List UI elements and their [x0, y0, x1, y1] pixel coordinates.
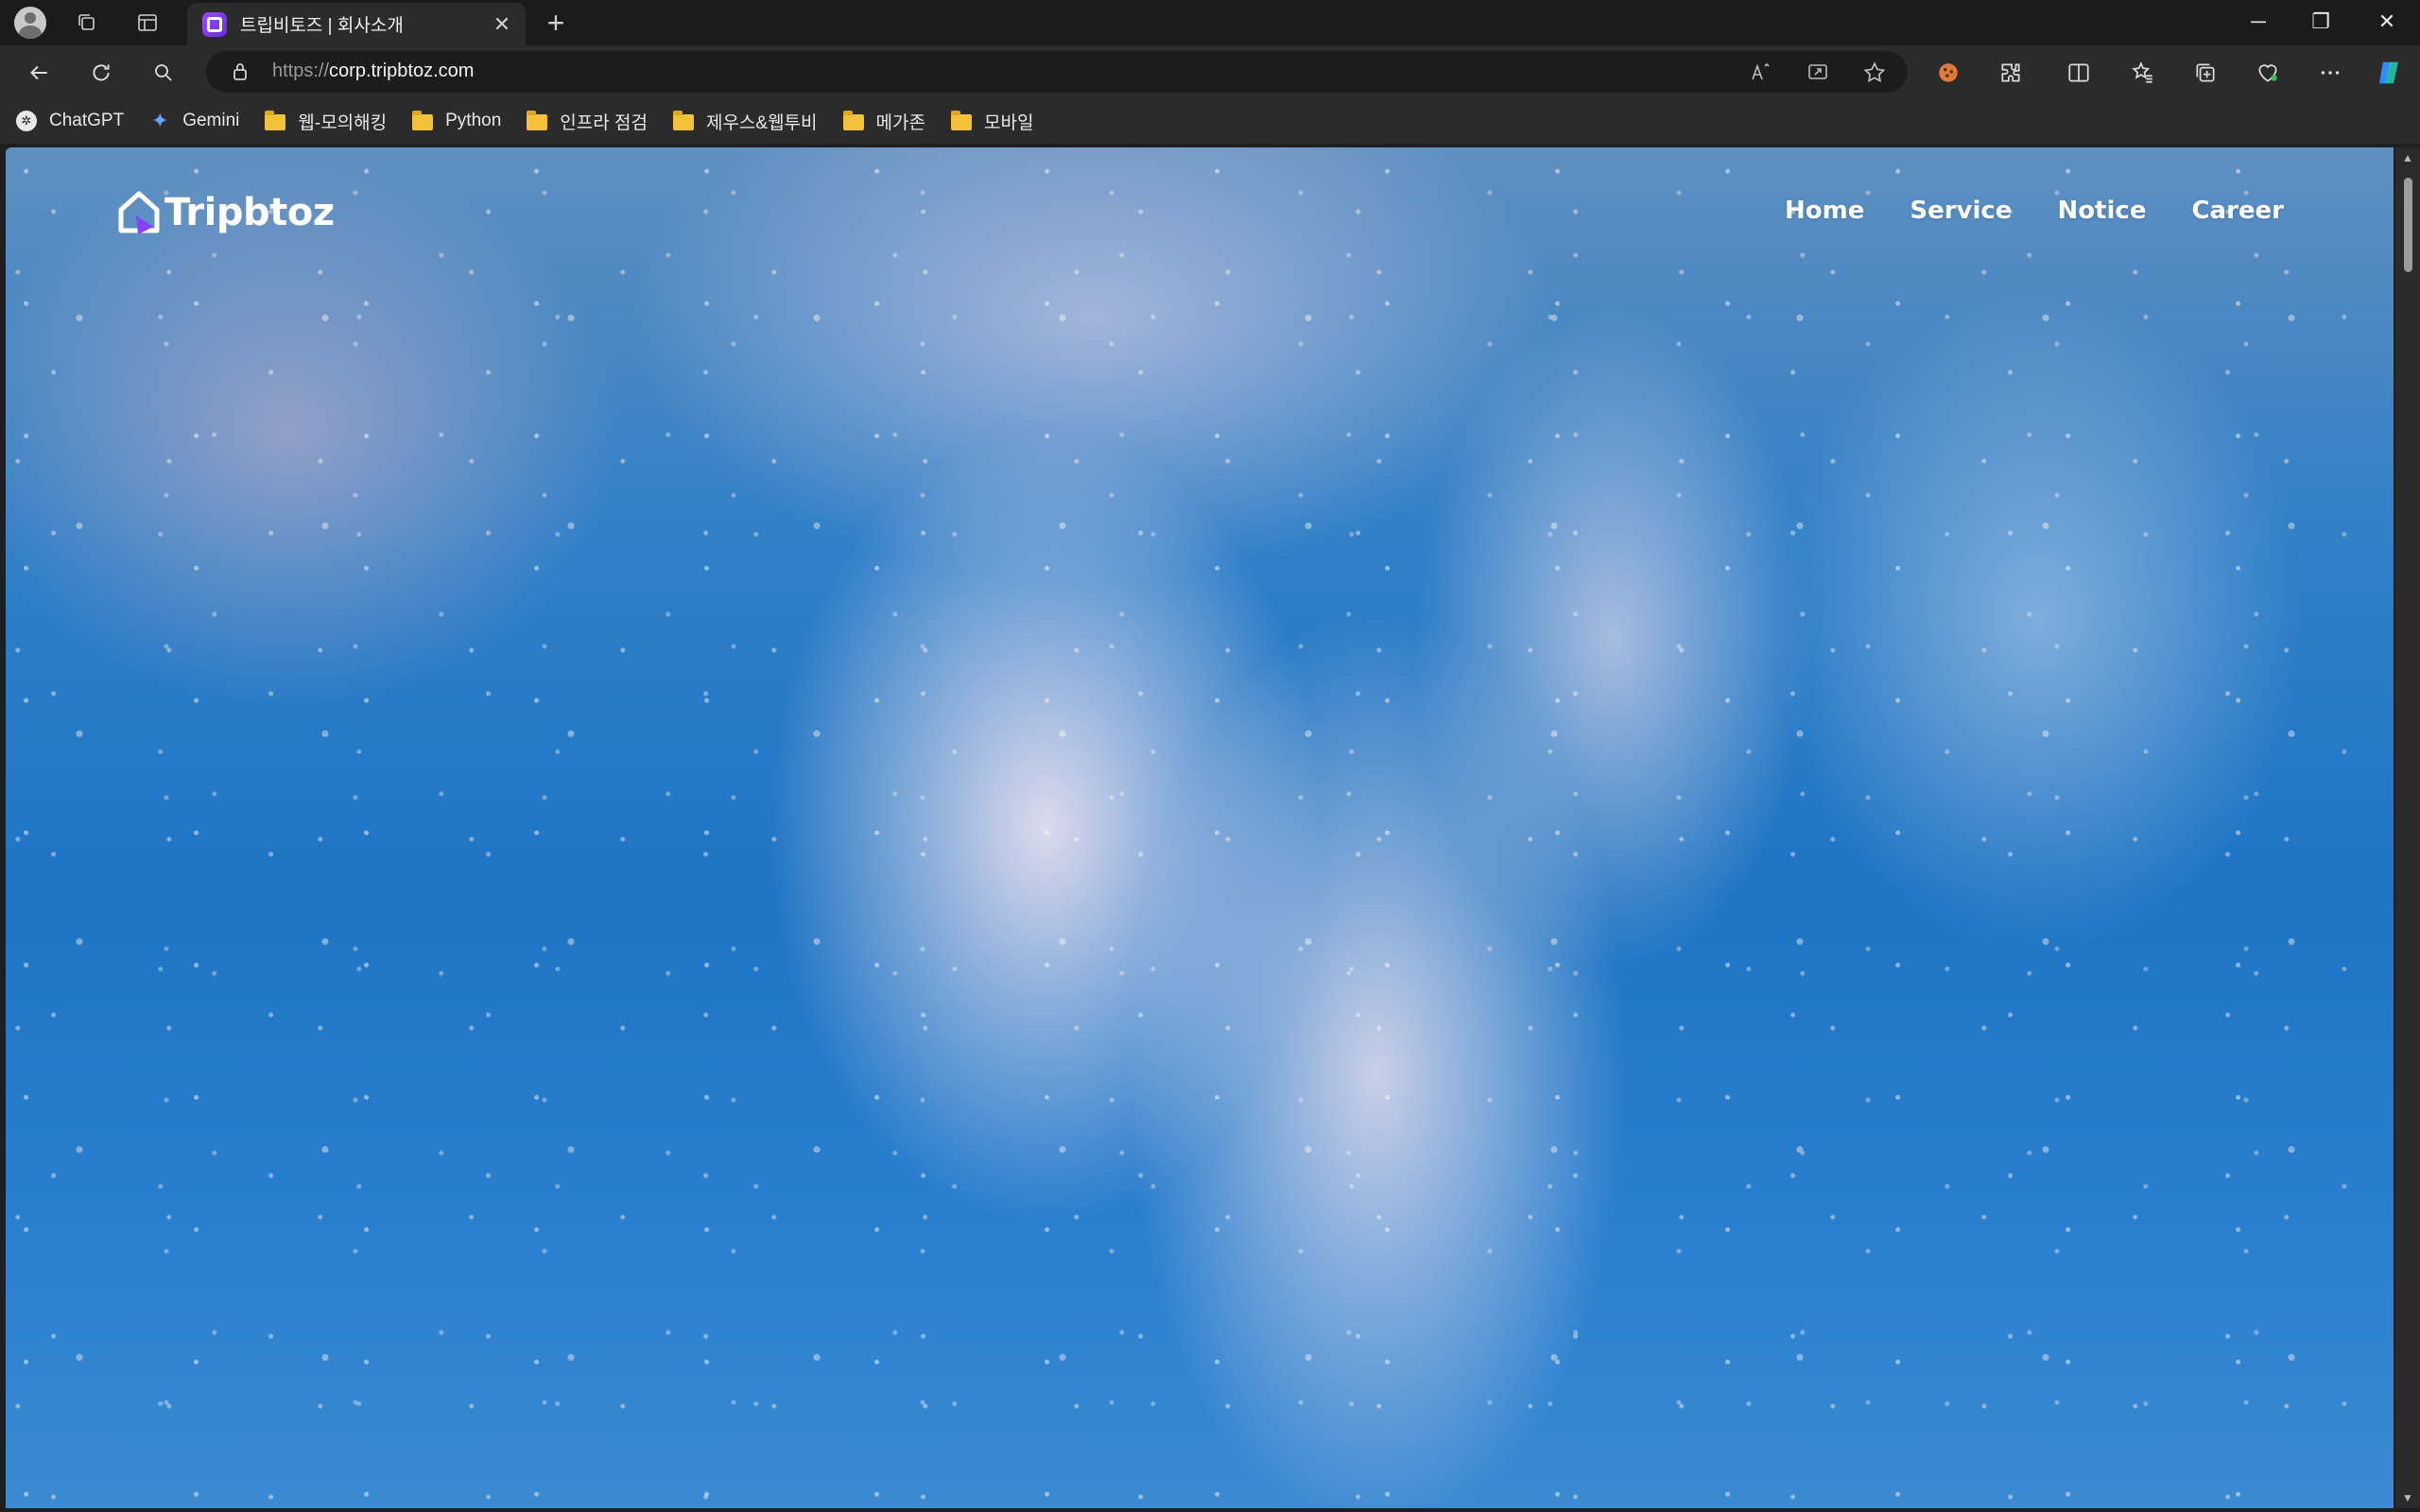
nav-career[interactable]: Career	[2191, 197, 2284, 225]
restore-button[interactable]: ❐	[2288, 0, 2354, 43]
browser-toolbar: https://corp.tripbtoz.com	[0, 45, 2420, 98]
avatar	[14, 7, 46, 39]
nav-service[interactable]: Service	[1910, 197, 2012, 225]
bookmark-label: ChatGPT	[49, 111, 125, 130]
chatgpt-icon: ✲	[16, 111, 37, 131]
bookmark-label: Gemini	[182, 111, 240, 130]
vertical-tabs-icon	[138, 14, 157, 31]
bookmark-label: 인프라 점검	[560, 112, 648, 133]
site-header: Tripbtoz Home Service Notice Career	[6, 147, 2394, 280]
folder-icon	[672, 111, 694, 130]
bookmark-label: 메가존	[875, 112, 925, 133]
tripbtoz-logo-icon	[118, 191, 160, 234]
search-icon	[155, 64, 172, 81]
main-nav: Home Service Notice Career	[1739, 197, 2284, 225]
back-arrow-icon	[30, 65, 47, 80]
browser-essentials-button[interactable]	[2248, 53, 2288, 93]
bookmark-chatgpt[interactable]: ✲ ChatGPT	[15, 110, 124, 132]
tab-title: 트립비토즈 | 회사소개	[240, 16, 404, 36]
logo-text: Tripbtoz	[164, 191, 335, 234]
extensions-button[interactable]	[1991, 53, 2031, 93]
bookmark-folder-web-pentest[interactable]: 웹-모의해킹	[264, 109, 387, 134]
profile-button[interactable]	[11, 4, 49, 42]
url-host: corp.tripbtoz.com	[329, 60, 475, 81]
back-button[interactable]	[19, 53, 59, 93]
search-button[interactable]	[144, 53, 183, 93]
folder-icon	[950, 111, 972, 130]
scrollbar-thumb[interactable]	[2404, 178, 2412, 272]
new-tab-button[interactable]: +	[537, 4, 575, 42]
tab-close-icon[interactable]: ✕	[488, 10, 516, 39]
bookmark-folder-python[interactable]: Python	[411, 110, 501, 132]
lock-icon[interactable]	[229, 60, 251, 83]
workspaces-button[interactable]	[68, 4, 106, 42]
heart-pulse-icon	[2258, 64, 2277, 82]
app-available-icon[interactable]	[1804, 59, 1832, 87]
more-dots-icon	[2321, 71, 2340, 75]
collections-icon	[2196, 63, 2215, 82]
tab-actions-button[interactable]	[129, 4, 166, 42]
collections-button[interactable]	[2186, 53, 2225, 93]
gemini-icon: ✦	[150, 109, 169, 132]
puzzle-icon	[2001, 63, 2020, 82]
workspaces-icon	[78, 14, 95, 30]
copilot-button[interactable]	[2369, 53, 2409, 93]
favorites-list-icon	[2132, 61, 2152, 83]
active-tab[interactable]: 트립비토즈 | 회사소개 ✕	[187, 3, 526, 45]
refresh-button[interactable]	[81, 53, 121, 93]
read-aloud-icon[interactable]	[1747, 59, 1775, 87]
url-text[interactable]: https://corp.tripbtoz.com	[272, 60, 474, 82]
scroll-up-icon[interactable]: ▲	[2401, 151, 2414, 164]
scroll-down-icon[interactable]: ▼	[2401, 1491, 2414, 1504]
bookmark-label: 제우스&웹투비	[705, 112, 818, 133]
cookie-icon	[1939, 63, 1958, 82]
tab-strip: 트립비토즈 | 회사소개 ✕ + ─ ❐ ✕	[0, 0, 2420, 45]
split-screen-icon	[2068, 63, 2089, 82]
bookmark-folder-megazone[interactable]: 메가존	[842, 109, 925, 134]
page-scrollbar[interactable]: ▲ ▼	[2395, 147, 2420, 1508]
favorite-star-icon[interactable]	[1860, 59, 1889, 87]
water-splash-background	[6, 147, 2394, 1508]
close-window-button[interactable]: ✕	[2354, 0, 2420, 43]
bookmark-folder-mobile[interactable]: 모바일	[950, 109, 1033, 134]
site-logo[interactable]: Tripbtoz	[117, 189, 335, 236]
split-screen-button[interactable]	[2059, 53, 2099, 93]
tripbtoz-favicon-icon	[202, 11, 227, 37]
address-bar[interactable]: https://corp.tripbtoz.com	[206, 51, 1908, 93]
bookmark-folder-jeus-webtob[interactable]: 제우스&웹투비	[672, 109, 818, 134]
cookie-extension-button[interactable]	[1928, 53, 1968, 93]
refresh-icon	[93, 64, 110, 81]
folder-icon	[412, 111, 434, 130]
folder-icon	[265, 111, 286, 130]
folder-icon	[842, 111, 864, 130]
bookmark-label: 웹-모의해킹	[298, 112, 388, 133]
nav-notice[interactable]: Notice	[2057, 197, 2146, 225]
page-viewport: Tripbtoz Home Service Notice Career	[6, 147, 2394, 1508]
bookmark-label: Python	[445, 111, 502, 130]
bookmark-gemini[interactable]: ✦ Gemini	[148, 109, 240, 132]
favorites-button[interactable]	[2123, 53, 2163, 93]
minimize-button[interactable]: ─	[2225, 0, 2291, 43]
copilot-icon	[2379, 61, 2398, 84]
bookmarks-bar: ✲ ChatGPT ✦ Gemini 웹-모의해킹 Python 인프라 점검 …	[0, 98, 2420, 144]
nav-home[interactable]: Home	[1785, 197, 1864, 225]
bookmark-folder-infra[interactable]: 인프라 점검	[526, 109, 648, 134]
settings-menu-button[interactable]	[2310, 53, 2350, 93]
url-protocol: https://	[272, 60, 330, 81]
bookmark-label: 모바일	[983, 112, 1034, 133]
folder-icon	[527, 111, 548, 130]
